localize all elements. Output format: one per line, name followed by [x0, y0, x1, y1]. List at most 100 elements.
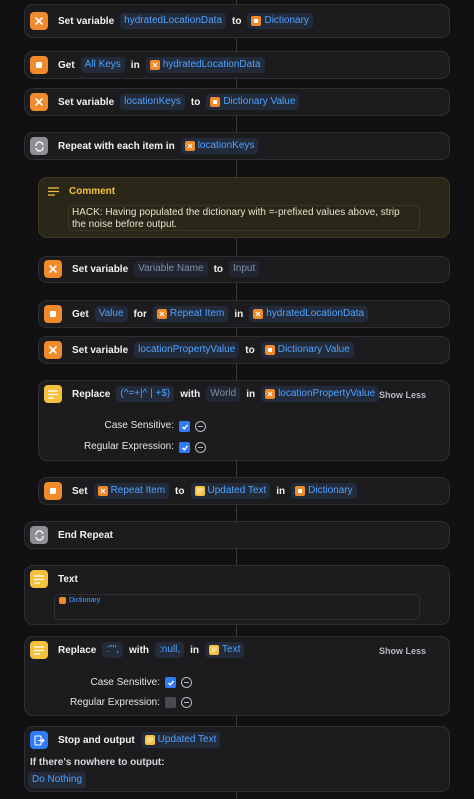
updated-text-token[interactable]: Updated Text	[140, 732, 221, 748]
dictionary-token[interactable]: Dictionary	[247, 13, 313, 29]
variable-x-icon	[253, 309, 264, 319]
in-label: in	[234, 308, 244, 320]
token-text: Dictionary Value	[223, 96, 296, 107]
dictionary-icon	[251, 16, 262, 26]
regex-checkbox[interactable]	[165, 697, 176, 708]
action-label: Set variable	[72, 344, 129, 356]
token-text: hydratedLocationData	[266, 308, 365, 319]
show-less-button[interactable]: Show Less	[379, 390, 426, 400]
case-sensitive-checkbox[interactable]	[165, 677, 176, 688]
pattern-field[interactable]: (^=+|^ | +$)	[116, 386, 175, 402]
variable-token[interactable]: locationKeys	[120, 94, 185, 110]
to-label: to	[245, 344, 255, 356]
text-icon	[30, 641, 48, 659]
updated-text-token[interactable]: Updated Text	[190, 483, 271, 499]
token-text: Text	[222, 644, 241, 655]
text-icon	[30, 570, 48, 588]
variable-token[interactable]: locationKeys	[180, 138, 259, 154]
variable-x-icon	[30, 93, 48, 111]
keys-token[interactable]: All Keys	[80, 57, 125, 73]
for-label: for	[133, 308, 147, 320]
regex-label: Regular Expression:	[69, 697, 160, 708]
action-label: Set variable	[72, 263, 129, 275]
action-label: Replace	[72, 388, 111, 400]
action-label: Set	[72, 485, 88, 497]
variable-token[interactable]: locationPropertyValue	[134, 342, 240, 358]
variable-x-icon	[184, 141, 195, 151]
text-content-field[interactable]	[54, 594, 420, 620]
to-label: to	[213, 263, 224, 275]
in-label: in	[190, 644, 200, 656]
replacement-field[interactable]: World	[206, 386, 241, 402]
fallback-option[interactable]: Do Nothing	[28, 772, 87, 788]
text-icon	[194, 486, 205, 496]
dictionary-icon	[210, 97, 221, 107]
comment-body: HACK: Having populated the dictionary wi…	[68, 205, 420, 231]
variable-x-icon	[44, 341, 62, 359]
case-sensitive-checkbox[interactable]	[179, 421, 190, 432]
to-label: to	[175, 485, 185, 497]
token-text: Dictionary	[69, 597, 101, 604]
action-label: Stop and output	[58, 734, 135, 746]
repeat-item-token[interactable]: Repeat Item	[152, 306, 229, 322]
text-icon	[44, 385, 62, 403]
dictionary-icon	[44, 482, 62, 500]
token-text: Updated Text	[207, 485, 267, 496]
to-label: to	[190, 96, 201, 108]
action-label: Set variable	[58, 15, 115, 27]
minus-circle-icon[interactable]	[181, 697, 192, 708]
case-sensitive-label: Case Sensitive:	[90, 677, 160, 688]
lines-icon	[44, 182, 62, 200]
text-token[interactable]: Text	[205, 642, 245, 658]
in-label: in	[246, 388, 256, 400]
token-text: Dictionary Value	[277, 344, 350, 355]
minus-circle-icon[interactable]	[195, 442, 206, 453]
repeat-item-token[interactable]: Repeat Item	[93, 483, 170, 499]
token-text: locationKeys	[197, 140, 255, 151]
with-label: with	[180, 388, 201, 400]
replacement-field[interactable]: :null,	[155, 642, 185, 658]
comment-title: Comment	[69, 185, 116, 197]
variable-x-icon	[149, 60, 160, 70]
dictionary-icon	[264, 345, 275, 355]
text-icon	[209, 645, 220, 655]
dictionary-value-token[interactable]: Dictionary Value	[206, 94, 300, 110]
variable-x-icon	[30, 12, 48, 30]
in-label: in	[276, 485, 286, 497]
dictionary-value-token[interactable]: Dictionary Value	[260, 342, 354, 358]
action-label: Get	[58, 59, 75, 71]
show-less-button[interactable]: Show Less	[379, 646, 426, 656]
variable-token[interactable]: hydratedLocationData	[249, 306, 369, 322]
repeat-icon	[30, 526, 48, 544]
token-text: Dictionary	[308, 485, 353, 496]
dictionary-icon	[30, 56, 48, 74]
dictionary-icon	[59, 597, 66, 604]
output-arrow-icon	[30, 731, 48, 749]
variable-token[interactable]: hydratedLocationData	[120, 13, 227, 29]
case-sensitive-label: Case Sensitive:	[104, 420, 174, 431]
token-text: Updated Text	[157, 734, 217, 745]
variable-name-placeholder[interactable]: Variable Name	[134, 261, 208, 277]
token-text: Repeat Item	[169, 308, 225, 319]
action-label: Get	[72, 308, 89, 320]
variable-token[interactable]: locationPropertyValue	[261, 386, 380, 402]
pattern-field[interactable]: :"",	[102, 642, 124, 658]
variable-token[interactable]: hydratedLocationData	[145, 57, 265, 73]
with-label: with	[129, 644, 150, 656]
input-placeholder[interactable]: Input	[229, 261, 260, 277]
regex-label: Regular Expression:	[83, 441, 174, 452]
dictionary-token[interactable]: Dictionary	[57, 596, 102, 605]
dictionary-token[interactable]: Dictionary	[291, 483, 357, 499]
action-label: Text	[58, 573, 78, 585]
variable-x-icon	[265, 389, 276, 399]
value-token[interactable]: Value	[94, 306, 128, 322]
to-label: to	[232, 15, 242, 27]
repeat-icon	[30, 137, 48, 155]
minus-circle-icon[interactable]	[195, 421, 206, 432]
variable-x-icon	[156, 309, 167, 319]
token-text: Repeat Item	[110, 485, 166, 496]
minus-circle-icon[interactable]	[181, 677, 192, 688]
in-label: in	[130, 59, 140, 71]
fallback-label: If there's nowhere to output:	[30, 757, 165, 768]
regex-checkbox[interactable]	[179, 442, 190, 453]
